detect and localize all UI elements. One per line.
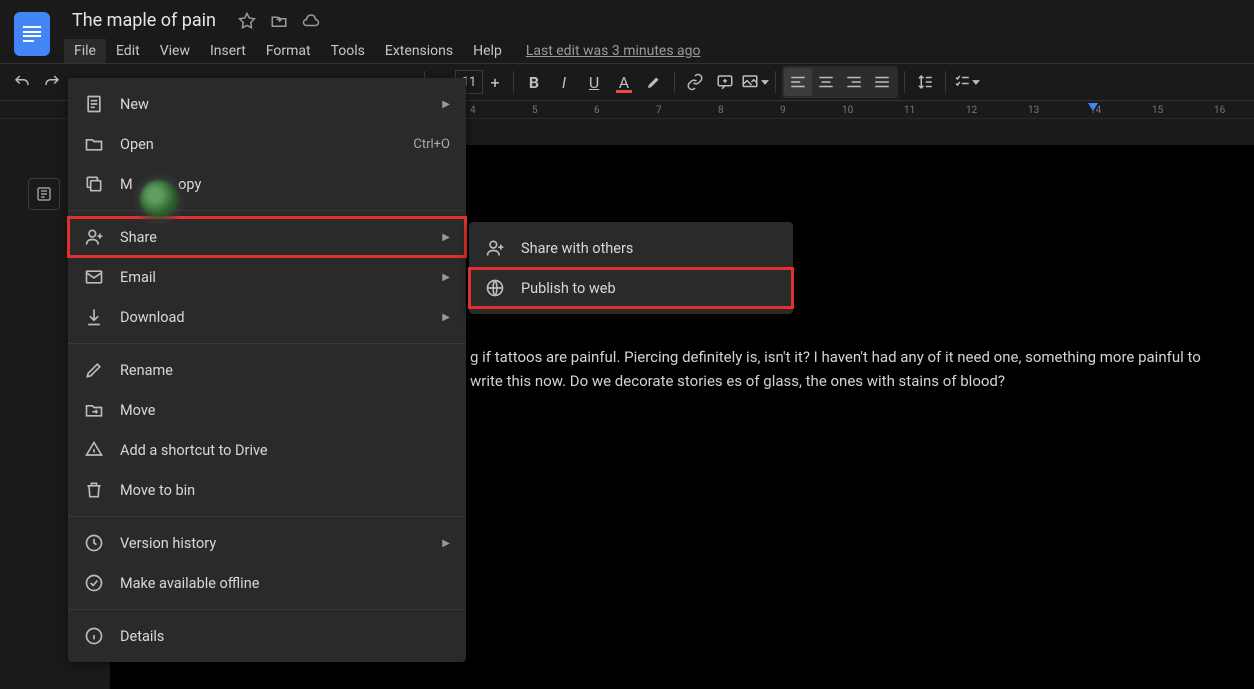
menu-open[interactable]: Open Ctrl+O — [68, 124, 466, 164]
move-folder-icon[interactable] — [270, 12, 288, 30]
menu-add-shortcut-label: Add a shortcut to Drive — [120, 442, 450, 459]
menu-version-history-label: Version history — [120, 535, 434, 552]
submenu-arrow-icon: ▶ — [442, 312, 450, 323]
text-color-button[interactable]: A — [610, 68, 638, 96]
submenu-share-others-label: Share with others — [521, 240, 777, 257]
pencil-icon — [84, 360, 104, 380]
menu-download-label: Download — [120, 309, 434, 326]
submenu-publish-web-label: Publish to web — [521, 280, 777, 297]
history-icon — [84, 533, 104, 553]
align-left-button[interactable] — [784, 68, 812, 96]
folder-icon — [84, 134, 104, 154]
menu-move-label: Move — [120, 402, 450, 419]
last-edit-link[interactable]: Last edit was 3 minutes ago — [526, 39, 701, 63]
email-icon — [84, 267, 104, 287]
align-center-button[interactable] — [812, 68, 840, 96]
menu-version-history[interactable]: Version history ▶ — [68, 523, 466, 563]
body-text: g if tattoos are painful. Piercing defin… — [470, 348, 1201, 390]
menu-bar: File Edit View Insert Format Tools Exten… — [64, 39, 701, 63]
document-icon — [84, 94, 104, 114]
download-icon — [84, 307, 104, 327]
undo-button[interactable] — [8, 68, 36, 96]
submenu-share-others[interactable]: Share with others — [469, 228, 793, 268]
menu-rename-label: Rename — [120, 362, 450, 379]
menu-view[interactable]: View — [150, 39, 200, 63]
line-spacing-button[interactable] — [911, 68, 939, 96]
copy-icon — [84, 174, 104, 194]
redo-button[interactable] — [38, 68, 66, 96]
menu-extensions[interactable]: Extensions — [375, 39, 463, 63]
submenu-arrow-icon: ▶ — [442, 232, 450, 243]
menu-edit[interactable]: Edit — [106, 39, 150, 63]
align-right-button[interactable] — [840, 68, 868, 96]
share-submenu: Share with others Publish to web — [469, 222, 793, 314]
menu-add-shortcut[interactable]: Add a shortcut to Drive — [68, 430, 466, 470]
menu-move-to-bin-label: Move to bin — [120, 482, 450, 499]
menu-help[interactable]: Help — [463, 39, 512, 63]
menu-make-offline-label: Make available offline — [120, 575, 450, 592]
drive-shortcut-icon — [84, 440, 104, 460]
highlight-button[interactable] — [640, 68, 668, 96]
menu-tools[interactable]: Tools — [321, 39, 375, 63]
submenu-arrow-icon: ▶ — [442, 99, 450, 110]
document-title[interactable]: The maple of pain — [64, 6, 224, 35]
menu-new[interactable]: New ▶ — [68, 84, 466, 124]
insert-comment-button[interactable] — [711, 68, 739, 96]
menu-separator — [68, 516, 466, 517]
menu-rename[interactable]: Rename — [68, 350, 466, 390]
file-menu-dropdown: New ▶ Open Ctrl+O Make a copy Share ▶ Em… — [68, 78, 466, 662]
menu-share[interactable]: Share ▶ — [68, 217, 466, 257]
insert-link-button[interactable] — [681, 68, 709, 96]
menu-email-label: Email — [120, 269, 434, 286]
show-outline-button[interactable] — [28, 178, 60, 210]
menu-file[interactable]: File — [64, 39, 106, 63]
menu-separator — [68, 609, 466, 610]
menu-make-copy[interactable]: Make a copy — [68, 164, 466, 204]
menu-insert[interactable]: Insert — [200, 39, 256, 63]
offline-icon — [84, 573, 104, 593]
submenu-arrow-icon: ▶ — [442, 538, 450, 549]
cloud-status-icon[interactable] — [302, 12, 320, 30]
title-bar: The maple of pain File Edit View Insert … — [0, 0, 1254, 63]
submenu-publish-web[interactable]: Publish to web — [469, 268, 793, 308]
folder-move-icon — [84, 400, 104, 420]
docs-logo[interactable] — [14, 12, 50, 56]
submenu-arrow-icon: ▶ — [442, 272, 450, 283]
menu-make-offline[interactable]: Make available offline — [68, 563, 466, 603]
person-add-icon — [485, 238, 505, 258]
trash-icon — [84, 480, 104, 500]
menu-open-label: Open — [120, 136, 413, 153]
menu-separator — [68, 343, 466, 344]
menu-separator — [68, 210, 466, 211]
menu-download[interactable]: Download ▶ — [68, 297, 466, 337]
star-icon[interactable] — [238, 12, 256, 30]
menu-details[interactable]: Details — [68, 616, 466, 656]
menu-open-shortcut: Ctrl+O — [413, 137, 450, 152]
checklist-button[interactable] — [952, 68, 980, 96]
align-justify-button[interactable] — [868, 68, 896, 96]
menu-share-label: Share — [120, 229, 434, 246]
insert-image-button[interactable] — [741, 68, 769, 96]
underline-button[interactable]: U — [580, 68, 608, 96]
menu-details-label: Details — [120, 628, 450, 645]
person-add-icon — [84, 227, 104, 247]
menu-email[interactable]: Email ▶ — [68, 257, 466, 297]
info-icon — [84, 626, 104, 646]
globe-icon — [485, 278, 505, 298]
align-group — [782, 66, 898, 98]
menu-move-to-bin[interactable]: Move to bin — [68, 470, 466, 510]
menu-new-label: New — [120, 96, 434, 113]
menu-format[interactable]: Format — [256, 39, 321, 63]
menu-move[interactable]: Move — [68, 390, 466, 430]
avatar[interactable] — [140, 180, 178, 218]
